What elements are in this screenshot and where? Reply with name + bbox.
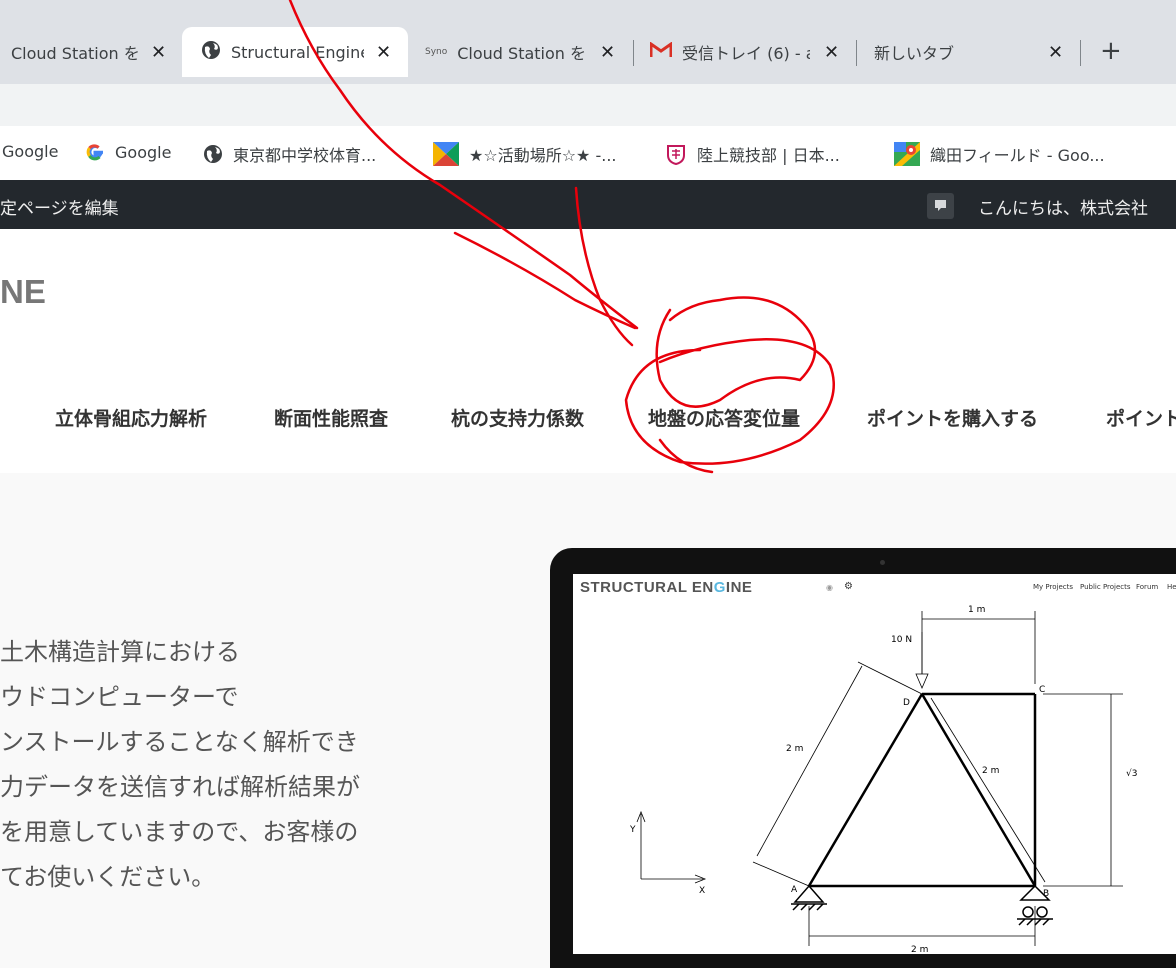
globe-icon bbox=[201, 40, 221, 64]
tab-title: Cloud Station を bbox=[457, 44, 587, 63]
bookmark-label: 東京都中学校体育... bbox=[233, 146, 377, 165]
bookmark-oda-field[interactable]: 織田フィールド - Goo... bbox=[894, 142, 1105, 166]
node-c-label: C bbox=[1039, 685, 1045, 695]
bookmark-label: Google bbox=[115, 142, 172, 162]
tab-separator bbox=[633, 40, 634, 66]
tab-title: 新しいタブ bbox=[874, 44, 955, 63]
tab-structural-engine[interactable]: Structural Engine ✕ bbox=[182, 27, 408, 77]
close-icon[interactable]: ✕ bbox=[824, 42, 839, 63]
edit-page-link[interactable]: 定ページを編集 bbox=[0, 194, 119, 219]
gmail-icon bbox=[649, 41, 673, 62]
nav-item-pile-bearing[interactable]: 杭の支持力係数 bbox=[451, 404, 584, 431]
tab-title: Structural Engine bbox=[231, 42, 364, 62]
admin-bar: 定ページを編集 こんにちは、株式会社 bbox=[0, 180, 1176, 229]
bookmark-google-2[interactable]: Google bbox=[85, 142, 171, 162]
hero-line: 力データを送信すれば解析結果が bbox=[0, 773, 360, 801]
tab-title: Cloud Station を bbox=[11, 44, 139, 63]
force-label: 10 N bbox=[891, 635, 912, 645]
site-logo[interactable]: NE bbox=[0, 273, 46, 311]
axis-x-label: X bbox=[699, 886, 705, 896]
bookmark-google-1[interactable]: Google bbox=[2, 142, 58, 161]
tab-strip: Cloud Station を ✕ Structural Engine ✕ Sy… bbox=[0, 0, 1176, 84]
hero-line: 土木構造計算における bbox=[0, 638, 240, 666]
bookmark-label: 織田フィールド - Goo... bbox=[930, 146, 1105, 165]
close-icon[interactable]: ✕ bbox=[600, 42, 615, 63]
bookmark-label: Google bbox=[2, 142, 59, 161]
tab-cloud-station-1[interactable]: Cloud Station を ✕ bbox=[0, 27, 180, 77]
hero-line: を用意していますので、お客様の bbox=[0, 818, 359, 846]
top-dimension-label: 1 m bbox=[968, 605, 985, 615]
hero-line: てお使いください。 bbox=[0, 863, 216, 891]
browser-toolbar bbox=[0, 84, 1176, 126]
synology-icon: Syno bbox=[425, 47, 448, 57]
nav-item-cutoff[interactable]: 、 bbox=[0, 404, 11, 431]
webcam-dot bbox=[880, 560, 885, 565]
truss-diagram: 10 N 1 m 2 m 2 m √3 2 m A B C D Y X bbox=[629, 605, 1137, 954]
google-icon bbox=[85, 142, 105, 162]
hero-line: ンストールすることなく解析でき bbox=[0, 728, 359, 756]
bookmark-tokyo-pe[interactable]: 東京都中学校体育... bbox=[203, 142, 376, 166]
right-dimension-label: √3 bbox=[1126, 768, 1137, 779]
nav-item-3d-frame-analysis[interactable]: 立体骨組応力解析 bbox=[55, 404, 207, 431]
close-icon[interactable]: ✕ bbox=[376, 42, 391, 63]
colorful-m-icon bbox=[433, 142, 459, 166]
new-tab-button[interactable]: + bbox=[1100, 36, 1122, 66]
left-dimension-label: 2 m bbox=[786, 744, 803, 754]
nav-item-ground-displacement[interactable]: 地盤の応答変位量 bbox=[648, 404, 800, 431]
tab-gmail[interactable]: 受信トレイ (6) - a ✕ bbox=[636, 27, 854, 77]
close-icon[interactable]: ✕ bbox=[1048, 42, 1063, 63]
nav-item-buy-points[interactable]: ポイントを購入する bbox=[867, 404, 1038, 431]
bookmark-label: 陸上競技部 | 日本... bbox=[697, 146, 840, 165]
google-maps-icon bbox=[894, 142, 920, 166]
comment-icon[interactable] bbox=[927, 193, 954, 219]
school-crest-icon bbox=[665, 143, 687, 165]
bookmarks-bar: Google Google 東京都中学校体育... ★☆活動場所☆★ -... … bbox=[0, 126, 1176, 180]
site-header: NE 、 立体骨組応力解析 断面性能照査 杭の支持力係数 地盤の応答変位量 ポイ… bbox=[0, 229, 1176, 473]
bottom-dimension-label: 2 m bbox=[911, 945, 928, 954]
tab-separator bbox=[856, 40, 857, 66]
tab-new-tab[interactable]: 新しいタブ ✕ bbox=[860, 27, 1076, 77]
hero-line: ウドコンピューターで bbox=[0, 683, 239, 711]
nav-item-points[interactable]: ポイント bbox=[1106, 404, 1176, 431]
axis-y-label: Y bbox=[629, 825, 636, 835]
nav-item-section-check[interactable]: 断面性能照査 bbox=[274, 404, 388, 431]
globe-icon bbox=[203, 144, 223, 164]
bookmark-activity-place[interactable]: ★☆活動場所☆★ -... bbox=[433, 142, 617, 166]
node-d-label: D bbox=[903, 698, 910, 708]
node-a-label: A bbox=[791, 885, 798, 895]
close-icon[interactable]: ✕ bbox=[151, 42, 166, 63]
diagonal-dimension-label: 2 m bbox=[982, 766, 999, 776]
app-screenshot: STRUCTURAL ENGINE ◉ ⚙ My Projects Public… bbox=[573, 574, 1176, 954]
tab-separator bbox=[1080, 40, 1081, 66]
greeting-account-link[interactable]: こんにちは、株式会社 bbox=[978, 194, 1148, 219]
tab-title: 受信トレイ (6) - a bbox=[682, 44, 810, 63]
node-b-label: B bbox=[1043, 889, 1049, 899]
bookmark-track-club[interactable]: 陸上競技部 | 日本... bbox=[665, 142, 840, 166]
hero-description: 土木構造計算における ウドコンピューターで ンストールすることなく解析でき 力デ… bbox=[0, 630, 360, 900]
bookmark-label: ★☆活動場所☆★ -... bbox=[469, 146, 617, 165]
tab-cloud-station-2[interactable]: Syno Cloud Station を ✕ bbox=[410, 27, 632, 77]
